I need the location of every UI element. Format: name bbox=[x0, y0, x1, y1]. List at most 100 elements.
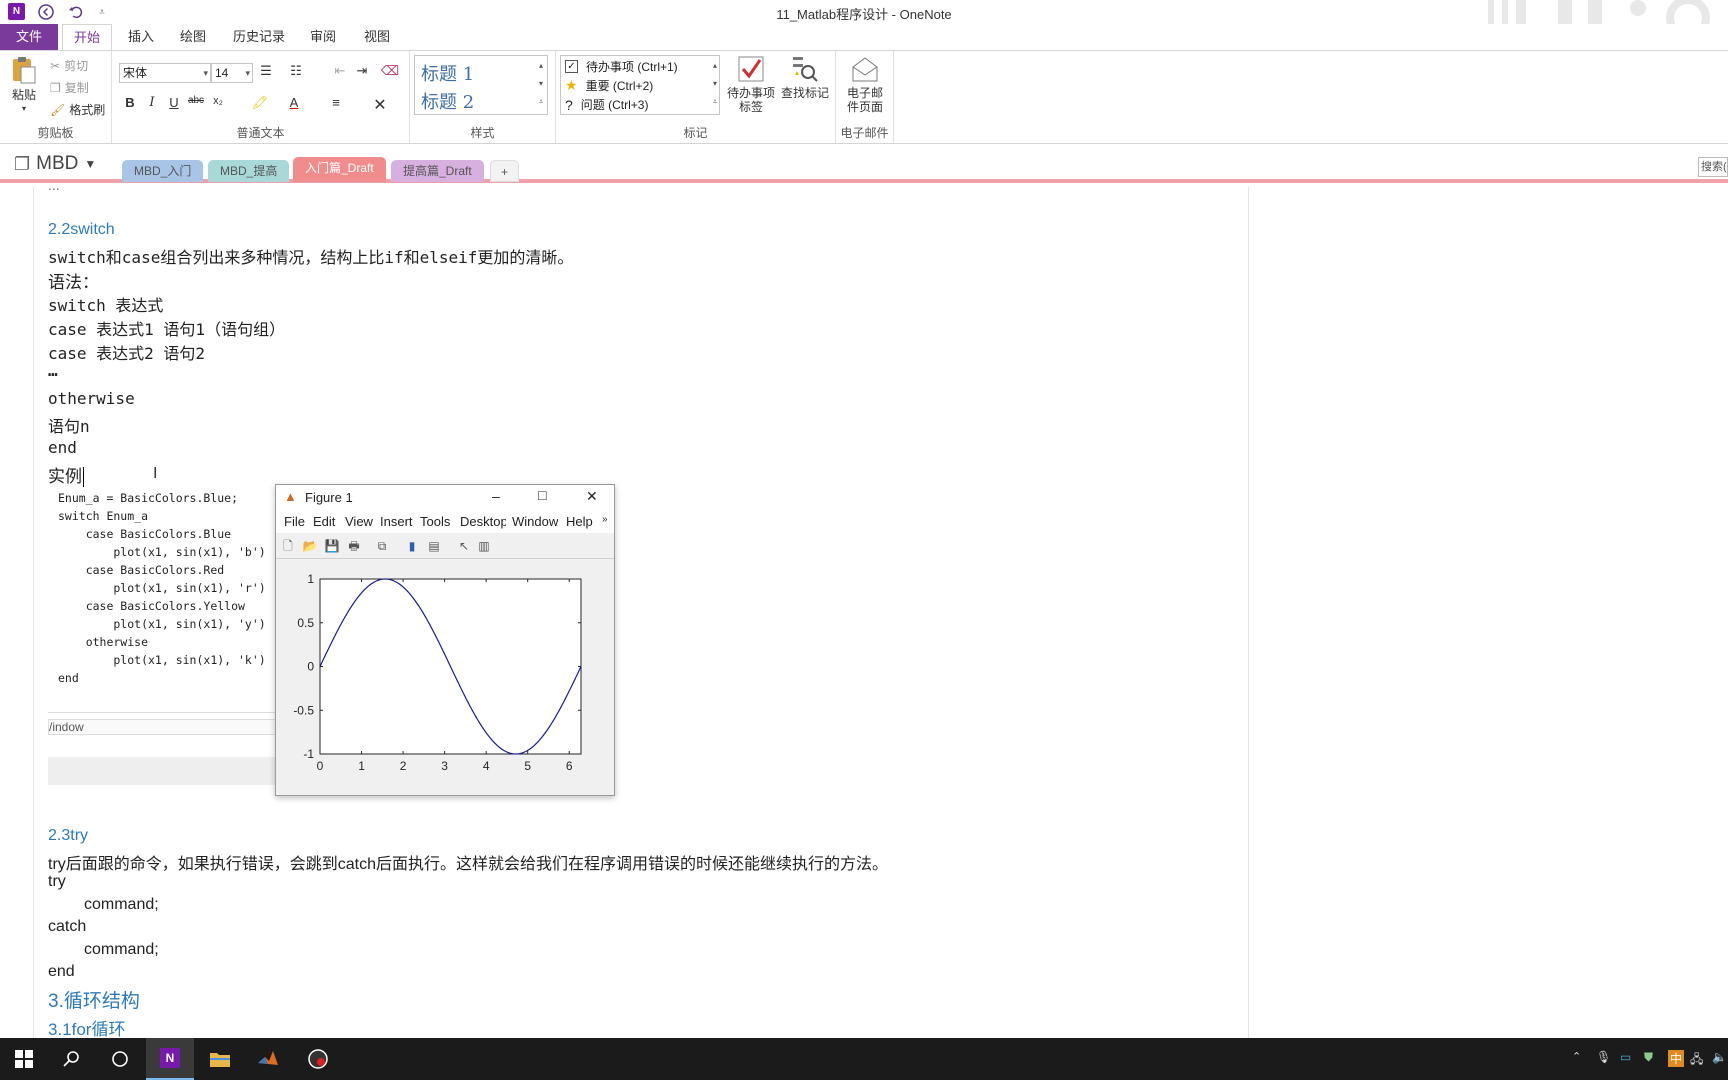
menu-tools[interactable]: Tools bbox=[420, 514, 450, 529]
tray-expand-icon[interactable]: ⌃ bbox=[1572, 1050, 1581, 1063]
subscript-icon[interactable]: x₂ bbox=[208, 95, 228, 107]
style-heading-2[interactable]: 标题 2 bbox=[421, 88, 474, 114]
tag-important[interactable]: ★ 重要 (Ctrl+2) bbox=[565, 77, 653, 94]
sine-plot[interactable]: 0 1 2 3 4 5 6 1 0.5 0 -0.5 -1 bbox=[276, 559, 614, 795]
volume-icon[interactable]: 🔈 bbox=[1712, 1050, 1727, 1064]
save-icon[interactable]: 💾 bbox=[324, 538, 340, 554]
figure-window[interactable]: ▲ Figure 1 – □ ✕ File Edit View Insert T… bbox=[275, 484, 615, 796]
font-size-combo[interactable]: 14 ▾ bbox=[211, 63, 253, 83]
todo-tag-label: 待办事项标签 bbox=[727, 86, 776, 114]
bullets-icon[interactable]: ☰ bbox=[256, 63, 276, 79]
screen-recorder-icon[interactable] bbox=[294, 1038, 342, 1080]
email-group: 电子邮件页面 电子邮件 bbox=[836, 51, 894, 143]
bold-icon[interactable]: B bbox=[120, 95, 140, 110]
tab-draw[interactable]: 绘图 bbox=[170, 24, 216, 50]
styles-gallery[interactable]: 标题 1 标题 2 bbox=[414, 55, 548, 115]
search-input[interactable]: 搜索( bbox=[1698, 157, 1728, 177]
search-icon[interactable] bbox=[48, 1038, 96, 1080]
menu-help[interactable]: Help bbox=[566, 514, 593, 529]
clear-all-icon[interactable]: ✕ bbox=[370, 95, 390, 115]
paste-dropdown-icon[interactable]: ▾ bbox=[6, 102, 42, 116]
numbering-icon[interactable]: ☷ bbox=[286, 63, 306, 79]
copy-icon: ❐ bbox=[50, 80, 61, 95]
tag-todo[interactable]: ✓ 待办事项 (Ctrl+1) bbox=[565, 58, 678, 75]
minimize-button[interactable]: – bbox=[492, 488, 500, 504]
tab-file[interactable]: 文件 bbox=[0, 24, 58, 50]
menu-insert[interactable]: Insert bbox=[380, 514, 413, 529]
tab-history[interactable]: 历史记录 bbox=[226, 24, 292, 50]
tab-review[interactable]: 审阅 bbox=[300, 24, 346, 50]
network-app-icon[interactable]: ▭ bbox=[1620, 1050, 1631, 1064]
edit-plot-icon[interactable]: ↖ bbox=[456, 538, 472, 554]
find-tags-button[interactable]: 查找标记 bbox=[778, 55, 832, 100]
section-tab-advanced-draft[interactable]: 提高篇_Draft bbox=[391, 160, 484, 182]
decrease-indent-icon[interactable]: ⇤ bbox=[330, 63, 350, 79]
tags-gallery[interactable]: ✓ 待办事项 (Ctrl+1) ★ 重要 (Ctrl+2) ? 问题 (Ctrl+3) bbox=[560, 55, 720, 115]
menu-view[interactable]: View bbox=[345, 514, 373, 529]
colorbar-icon[interactable]: ▮ bbox=[404, 538, 420, 554]
tab-view[interactable]: 视图 bbox=[354, 24, 400, 50]
microphone-icon[interactable]: 🎙 bbox=[1596, 1050, 1611, 1064]
file-explorer-icon[interactable] bbox=[196, 1038, 244, 1080]
close-button[interactable]: ✕ bbox=[586, 488, 598, 505]
email-page-button[interactable]: 电子邮件页面 bbox=[838, 55, 892, 114]
code-line: Enum_a = BasicColors.Blue; bbox=[58, 491, 239, 505]
copy-button[interactable]: ❐ 复制 bbox=[50, 79, 89, 96]
clear-formatting-icon[interactable]: ⌫ bbox=[380, 63, 400, 79]
text-cursor bbox=[83, 467, 84, 487]
styles-scroll[interactable]: ▴ ▾ ⩡ bbox=[534, 57, 548, 113]
maximize-button[interactable]: □ bbox=[538, 487, 546, 503]
new-figure-icon[interactable]: 🗋 bbox=[280, 538, 296, 554]
todo-tag-button[interactable]: 待办事项标签 bbox=[724, 55, 778, 114]
highlight-icon[interactable]: 🖍 bbox=[250, 95, 270, 111]
tab-insert[interactable]: 插入 bbox=[118, 24, 164, 50]
property-editor-icon[interactable]: ▥ bbox=[476, 538, 492, 554]
title-bar: N ⩡ 11_Matlab程序设计 - OneNote bbox=[0, 0, 1728, 40]
menu-file[interactable]: File bbox=[284, 514, 305, 529]
ime-indicator[interactable]: 中 bbox=[1668, 1050, 1685, 1067]
link-plot-icon[interactable]: ⧉ bbox=[374, 538, 390, 554]
add-section-button[interactable]: + bbox=[490, 160, 520, 182]
section-tab-mbd-advanced[interactable]: MBD_提高 bbox=[208, 160, 290, 182]
matlab-icon[interactable] bbox=[244, 1038, 292, 1080]
menu-edit[interactable]: Edit bbox=[313, 514, 335, 529]
underline-icon[interactable]: U bbox=[164, 95, 184, 110]
font-color-icon[interactable]: A bbox=[284, 95, 304, 110]
network-icon[interactable]: 🖧 bbox=[1690, 1050, 1703, 1071]
cortana-icon[interactable] bbox=[96, 1038, 144, 1080]
align-icon[interactable]: ≡ bbox=[326, 95, 346, 110]
section-tab-intro-draft[interactable]: 入门篇_Draft bbox=[293, 157, 386, 182]
try-keyword: try bbox=[48, 873, 66, 890]
security-icon[interactable]: ⛊ bbox=[1644, 1050, 1653, 1065]
onenote-icon[interactable]: N bbox=[146, 1038, 194, 1080]
tags-group-label: 标记 bbox=[683, 126, 708, 140]
print-icon[interactable]: 🖶 bbox=[346, 538, 362, 554]
y-tick-label: -1 bbox=[303, 747, 314, 761]
tag-question[interactable]: ? 问题 (Ctrl+3) bbox=[565, 96, 648, 113]
code-image: Enum_a = BasicColors.Blue; switch Enum_a… bbox=[48, 487, 278, 987]
y-tick-label: 0 bbox=[307, 660, 314, 674]
menu-window[interactable]: Window bbox=[512, 514, 558, 529]
format-painter-button[interactable]: 🖌 格式刷 bbox=[50, 101, 105, 118]
tags-scroll[interactable]: ▴ ▾ ⩡ bbox=[708, 57, 722, 113]
try-command: command; bbox=[84, 896, 159, 913]
cut-button[interactable]: ✂ 剪切 bbox=[50, 57, 88, 74]
italic-icon[interactable]: I bbox=[142, 95, 162, 110]
figure-title-bar[interactable]: ▲ Figure 1 – □ ✕ bbox=[276, 485, 614, 511]
font-family-combo[interactable]: 宋体 ▾ bbox=[119, 63, 211, 83]
legend-icon[interactable]: ▤ bbox=[426, 538, 442, 554]
tab-home[interactable]: 开始 bbox=[62, 24, 112, 50]
page-canvas[interactable]: ... 2.2switch switch和case组合列出来多种情况，结构上比i… bbox=[0, 187, 1728, 1038]
menu-overflow-icon[interactable]: » bbox=[602, 514, 608, 525]
style-heading-1[interactable]: 标题 1 bbox=[421, 60, 474, 86]
paste-button[interactable]: 粘贴 ▾ bbox=[6, 55, 42, 116]
strikethrough-icon[interactable]: abc bbox=[186, 95, 206, 106]
figure-title: Figure 1 bbox=[305, 490, 353, 505]
windows-icon[interactable] bbox=[0, 1038, 48, 1080]
open-icon[interactable]: 📂 bbox=[302, 538, 318, 554]
notebook-selector[interactable]: ❐ MBD ▼ bbox=[14, 153, 96, 175]
menu-desktop[interactable]: Desktop bbox=[460, 514, 506, 529]
example-line[interactable]: 实例 bbox=[48, 462, 84, 487]
section-tab-mbd-intro[interactable]: MBD_入门 bbox=[122, 160, 204, 182]
increase-indent-icon[interactable]: ⇥ bbox=[352, 63, 372, 79]
